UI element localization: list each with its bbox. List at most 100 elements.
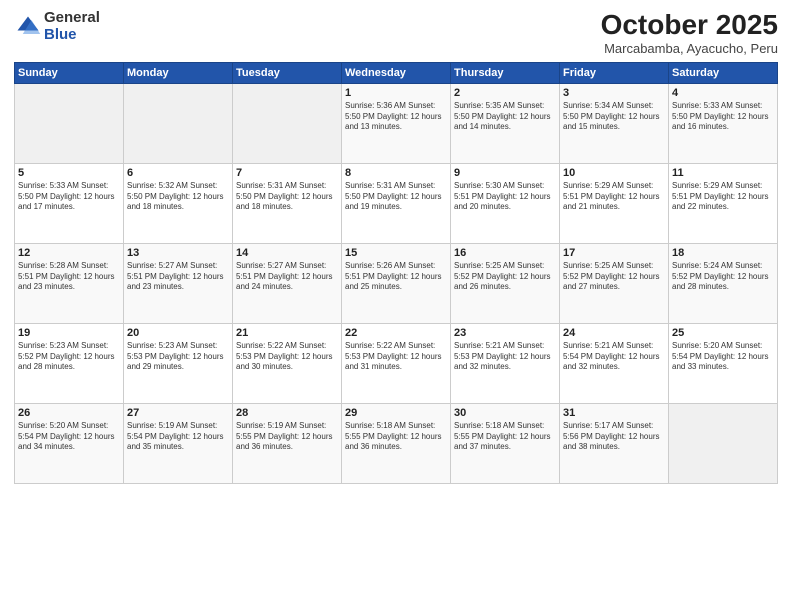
- calendar-cell: 15 Sunrise: 5:26 AM Sunset: 5:51 PM Dayli…: [342, 243, 451, 323]
- day-number: 11: [672, 167, 774, 179]
- calendar-cell: [15, 83, 124, 163]
- day-number: 3: [563, 87, 665, 99]
- calendar-cell: 19 Sunrise: 5:23 AM Sunset: 5:52 PM Dayli…: [15, 323, 124, 403]
- day-number: 19: [18, 327, 120, 339]
- day-info: Sunrise: 5:19 AM Sunset: 5:55 PM Dayligh…: [236, 421, 338, 453]
- title-block: October 2025 Marcabamba, Ayacucho, Peru: [601, 10, 778, 56]
- calendar-week-1: 1 Sunrise: 5:36 AM Sunset: 5:50 PM Daylig…: [15, 83, 778, 163]
- day-info: Sunrise: 5:27 AM Sunset: 5:51 PM Dayligh…: [127, 261, 229, 293]
- day-number: 21: [236, 327, 338, 339]
- day-info: Sunrise: 5:23 AM Sunset: 5:52 PM Dayligh…: [18, 341, 120, 373]
- day-number: 5: [18, 167, 120, 179]
- calendar-body: 1 Sunrise: 5:36 AM Sunset: 5:50 PM Daylig…: [15, 83, 778, 483]
- header: General Blue October 2025 Marcabamba, Ay…: [14, 10, 778, 56]
- calendar-cell: [669, 403, 778, 483]
- calendar-cell: 13 Sunrise: 5:27 AM Sunset: 5:51 PM Dayli…: [124, 243, 233, 323]
- logo-blue-text: Blue: [44, 27, 100, 44]
- day-number: 1: [345, 87, 447, 99]
- calendar-cell: 9 Sunrise: 5:30 AM Sunset: 5:51 PM Daylig…: [451, 163, 560, 243]
- weekday-tuesday: Tuesday: [233, 62, 342, 83]
- day-number: 30: [454, 407, 556, 419]
- day-info: Sunrise: 5:18 AM Sunset: 5:55 PM Dayligh…: [345, 421, 447, 453]
- day-number: 13: [127, 247, 229, 259]
- day-number: 20: [127, 327, 229, 339]
- calendar-cell: 10 Sunrise: 5:29 AM Sunset: 5:51 PM Dayli…: [560, 163, 669, 243]
- day-info: Sunrise: 5:35 AM Sunset: 5:50 PM Dayligh…: [454, 101, 556, 133]
- day-info: Sunrise: 5:30 AM Sunset: 5:51 PM Dayligh…: [454, 181, 556, 213]
- day-info: Sunrise: 5:22 AM Sunset: 5:53 PM Dayligh…: [236, 341, 338, 373]
- day-info: Sunrise: 5:28 AM Sunset: 5:51 PM Dayligh…: [18, 261, 120, 293]
- day-info: Sunrise: 5:19 AM Sunset: 5:54 PM Dayligh…: [127, 421, 229, 453]
- day-number: 10: [563, 167, 665, 179]
- calendar-header: Sunday Monday Tuesday Wednesday Thursday…: [15, 62, 778, 83]
- calendar-cell: 4 Sunrise: 5:33 AM Sunset: 5:50 PM Daylig…: [669, 83, 778, 163]
- calendar-cell: 8Sunrise: 5:31 AM Sunset: 5:50 PM Daylig…: [342, 163, 451, 243]
- day-info: Sunrise: 5:21 AM Sunset: 5:54 PM Dayligh…: [563, 341, 665, 373]
- calendar-cell: 17Sunrise: 5:25 AM Sunset: 5:52 PM Dayli…: [560, 243, 669, 323]
- calendar-cell: 22Sunrise: 5:22 AM Sunset: 5:53 PM Dayli…: [342, 323, 451, 403]
- logo-general-text: General: [44, 10, 100, 27]
- calendar-cell: 23Sunrise: 5:21 AM Sunset: 5:53 PM Dayli…: [451, 323, 560, 403]
- calendar-cell: 12Sunrise: 5:28 AM Sunset: 5:51 PM Dayli…: [15, 243, 124, 323]
- day-number: 31: [563, 407, 665, 419]
- day-info: Sunrise: 5:17 AM Sunset: 5:56 PM Dayligh…: [563, 421, 665, 453]
- calendar-cell: 21 Sunrise: 5:22 AM Sunset: 5:53 PM Dayli…: [233, 323, 342, 403]
- calendar-cell: 6Sunrise: 5:32 AM Sunset: 5:50 PM Daylig…: [124, 163, 233, 243]
- day-number: 7: [236, 167, 338, 179]
- day-info: Sunrise: 5:29 AM Sunset: 5:51 PM Dayligh…: [672, 181, 774, 213]
- day-info: Sunrise: 5:20 AM Sunset: 5:54 PM Dayligh…: [18, 421, 120, 453]
- day-info: Sunrise: 5:31 AM Sunset: 5:50 PM Dayligh…: [236, 181, 338, 213]
- day-number: 27: [127, 407, 229, 419]
- logo-text: General Blue: [44, 10, 100, 43]
- day-number: 2: [454, 87, 556, 99]
- day-number: 15: [345, 247, 447, 259]
- day-number: 26: [18, 407, 120, 419]
- calendar-cell: 20 Sunrise: 5:23 AM Sunset: 5:53 PM Dayli…: [124, 323, 233, 403]
- page: General Blue October 2025 Marcabamba, Ay…: [0, 0, 792, 612]
- day-number: 9: [454, 167, 556, 179]
- day-number: 24: [563, 327, 665, 339]
- calendar-cell: 30Sunrise: 5:18 AM Sunset: 5:55 PM Dayli…: [451, 403, 560, 483]
- day-number: 25: [672, 327, 774, 339]
- calendar-cell: 18 Sunrise: 5:24 AM Sunset: 5:52 PM Dayli…: [669, 243, 778, 323]
- calendar-cell: 16 Sunrise: 5:25 AM Sunset: 5:52 PM Dayli…: [451, 243, 560, 323]
- day-info: Sunrise: 5:25 AM Sunset: 5:52 PM Dayligh…: [454, 261, 556, 293]
- weekday-thursday: Thursday: [451, 62, 560, 83]
- day-info: Sunrise: 5:26 AM Sunset: 5:51 PM Dayligh…: [345, 261, 447, 293]
- calendar-cell: 7 Sunrise: 5:31 AM Sunset: 5:50 PM Daylig…: [233, 163, 342, 243]
- calendar-title: October 2025: [601, 10, 778, 41]
- calendar-week-2: 5 Sunrise: 5:33 AM Sunset: 5:50 PM Daylig…: [15, 163, 778, 243]
- calendar-week-3: 12Sunrise: 5:28 AM Sunset: 5:51 PM Dayli…: [15, 243, 778, 323]
- calendar-cell: 11 Sunrise: 5:29 AM Sunset: 5:51 PM Dayli…: [669, 163, 778, 243]
- weekday-friday: Friday: [560, 62, 669, 83]
- day-number: 4: [672, 87, 774, 99]
- logo-icon: [14, 13, 42, 41]
- day-info: Sunrise: 5:24 AM Sunset: 5:52 PM Dayligh…: [672, 261, 774, 293]
- calendar-cell: 14Sunrise: 5:27 AM Sunset: 5:51 PM Dayli…: [233, 243, 342, 323]
- logo: General Blue: [14, 10, 100, 43]
- calendar-cell: 26 Sunrise: 5:20 AM Sunset: 5:54 PM Dayli…: [15, 403, 124, 483]
- calendar-week-4: 19 Sunrise: 5:23 AM Sunset: 5:52 PM Dayli…: [15, 323, 778, 403]
- day-number: 16: [454, 247, 556, 259]
- calendar-cell: 3Sunrise: 5:34 AM Sunset: 5:50 PM Daylig…: [560, 83, 669, 163]
- calendar-cell: [124, 83, 233, 163]
- calendar-cell: [233, 83, 342, 163]
- calendar-cell: 24 Sunrise: 5:21 AM Sunset: 5:54 PM Dayli…: [560, 323, 669, 403]
- day-info: Sunrise: 5:29 AM Sunset: 5:51 PM Dayligh…: [563, 181, 665, 213]
- weekday-saturday: Saturday: [669, 62, 778, 83]
- day-number: 17: [563, 247, 665, 259]
- day-number: 8: [345, 167, 447, 179]
- day-number: 22: [345, 327, 447, 339]
- day-info: Sunrise: 5:20 AM Sunset: 5:54 PM Dayligh…: [672, 341, 774, 373]
- day-number: 14: [236, 247, 338, 259]
- weekday-header-row: Sunday Monday Tuesday Wednesday Thursday…: [15, 62, 778, 83]
- day-info: Sunrise: 5:33 AM Sunset: 5:50 PM Dayligh…: [672, 101, 774, 133]
- day-number: 18: [672, 247, 774, 259]
- calendar-cell: 25 Sunrise: 5:20 AM Sunset: 5:54 PM Dayli…: [669, 323, 778, 403]
- day-info: Sunrise: 5:36 AM Sunset: 5:50 PM Dayligh…: [345, 101, 447, 133]
- day-number: 23: [454, 327, 556, 339]
- calendar-cell: 2 Sunrise: 5:35 AM Sunset: 5:50 PM Daylig…: [451, 83, 560, 163]
- calendar-cell: 28Sunrise: 5:19 AM Sunset: 5:55 PM Dayli…: [233, 403, 342, 483]
- day-info: Sunrise: 5:23 AM Sunset: 5:53 PM Dayligh…: [127, 341, 229, 373]
- day-info: Sunrise: 5:33 AM Sunset: 5:50 PM Dayligh…: [18, 181, 120, 213]
